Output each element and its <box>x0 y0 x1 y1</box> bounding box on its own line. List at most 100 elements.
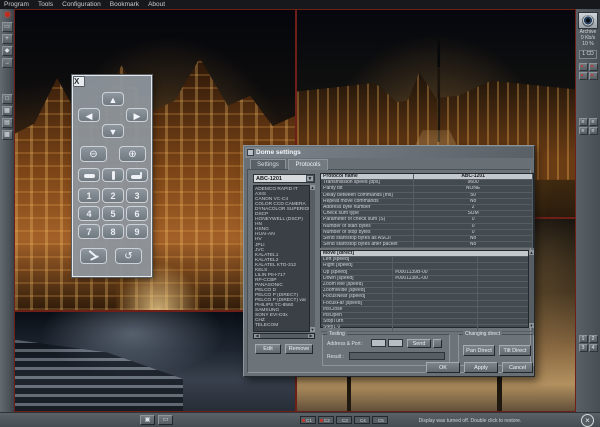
iris-icon[interactable] <box>102 168 124 182</box>
diamond-icon[interactable]: ◆ <box>2 46 13 56</box>
command-code <box>393 288 478 293</box>
ptz-up-button[interactable]: ▲ <box>102 92 124 106</box>
apply-button[interactable]: Apply <box>464 362 498 373</box>
setting-name: Address byte number <box>321 205 414 210</box>
toggle-button[interactable] <box>589 63 598 71</box>
slider-button[interactable]: ≡ <box>589 118 598 126</box>
export-icon[interactable]: → <box>2 58 13 68</box>
monitor-button-4[interactable]: 4 <box>589 344 598 352</box>
setting-name: Transmission speed [bps] <box>321 180 414 185</box>
send-button[interactable]: Send <box>407 339 431 348</box>
channel-indicator[interactable]: C3 <box>336 416 352 424</box>
speed-slow-turtle-icon[interactable] <box>78 168 100 182</box>
dialog-titlebar[interactable]: Dome settings <box>245 147 533 158</box>
scroll-down-icon[interactable]: ▼ <box>310 327 315 332</box>
address-input[interactable] <box>371 339 386 347</box>
driver-select[interactable]: ABC-1201 ▼ <box>253 174 315 183</box>
channel-indicator[interactable]: C1 <box>300 416 316 424</box>
driver-list-hscrollbar[interactable]: ◀ ▶ <box>253 333 315 339</box>
toggle-button[interactable] <box>589 72 598 80</box>
speed-fast-rabbit-icon[interactable] <box>126 168 148 182</box>
zoom-out-icon[interactable]: ⊖ <box>80 146 107 162</box>
slider-button[interactable]: ≡ <box>589 127 598 135</box>
pan-direct-button[interactable]: Pan Direct <box>463 345 495 356</box>
command-code <box>393 319 478 324</box>
setting-value: 50 <box>414 193 533 198</box>
command-name: IrisClose <box>321 307 393 312</box>
table-row[interactable]: Send start/stop bytes after packetNo <box>321 242 533 248</box>
move-table-scrollbar[interactable]: ▲ ▼ <box>528 250 534 328</box>
command-code <box>393 313 478 318</box>
ptz-right-button[interactable]: ▶ <box>126 108 148 122</box>
channel-indicator[interactable]: C2 <box>318 416 334 424</box>
preset-button-6[interactable]: 6 <box>126 206 148 221</box>
channel-indicator-strip: C1C2C3C4C5 <box>300 416 388 424</box>
menu-item-about[interactable]: About <box>148 0 165 9</box>
slider-button[interactable]: ≡ <box>579 127 588 135</box>
preset-button-9[interactable]: 9 <box>126 224 148 239</box>
fullscreen-icon[interactable]: ▭ <box>158 415 173 425</box>
menu-item-tools[interactable]: Tools <box>38 0 53 9</box>
zoom-in-icon[interactable]: ⊕ <box>119 146 146 162</box>
setting-name: Send start/stop bytes after packet <box>321 242 414 247</box>
driver-list-scrollbar[interactable]: ▲ ▼ <box>309 185 315 332</box>
layout-quad-icon[interactable]: ▦ <box>2 106 13 116</box>
menu-item-bookmark[interactable]: Bookmark <box>110 0 139 9</box>
add-icon[interactable]: + <box>2 34 13 44</box>
preset-button-5[interactable]: 5 <box>102 206 124 221</box>
toggle-button[interactable] <box>579 72 588 80</box>
test-extra-button[interactable] <box>433 339 442 348</box>
tab-protocols[interactable]: Protocols <box>288 159 328 170</box>
driver-list[interactable]: ADEMCO RAPID ITAXISCANON VC-C4COLOR CCD … <box>253 185 315 332</box>
scroll-down-icon[interactable]: ▼ <box>529 323 534 328</box>
dialog-icon <box>247 149 254 156</box>
tools-icon[interactable] <box>80 248 107 264</box>
tilt-direct-button[interactable]: Tilt Direct <box>499 345 531 356</box>
command-name: Left [speed] <box>321 257 393 262</box>
ptz-close-button[interactable]: X <box>73 76 85 87</box>
preset-button-4[interactable]: 4 <box>78 206 100 221</box>
channel-label: C3 <box>342 418 348 423</box>
close-display-button[interactable]: × <box>581 414 594 427</box>
monitor-button-1[interactable]: 1 <box>579 335 588 343</box>
snapshot-icon[interactable]: ▣ <box>140 415 155 425</box>
camera-preview-thumbnail[interactable] <box>578 12 598 29</box>
menu-item-configuration[interactable]: Configuration <box>62 0 101 9</box>
protocol-settings-table[interactable]: Protocol nameABC-1201Transmission speed … <box>320 173 534 248</box>
layout-grid-icon[interactable]: ▩ <box>2 130 13 140</box>
scroll-left-icon[interactable]: ◀ <box>254 334 260 338</box>
layout-single-icon[interactable]: □ <box>2 94 13 104</box>
cancel-button[interactable]: Cancel <box>502 362 533 373</box>
preset-button-1[interactable]: 1 <box>78 188 100 203</box>
layout-rows-icon[interactable]: ▤ <box>2 118 13 128</box>
preset-button-3[interactable]: 3 <box>126 188 148 203</box>
edit-button[interactable]: Edit <box>255 344 281 354</box>
remove-button[interactable]: Remove <box>285 344 313 354</box>
preset-button-2[interactable]: 2 <box>102 188 124 203</box>
channel-label: C2 <box>324 418 330 423</box>
auto-pan-icon[interactable]: ↺ <box>115 248 142 264</box>
chevron-down-icon[interactable]: ▼ <box>306 175 314 182</box>
setting-value: NONE <box>414 186 533 191</box>
ptz-left-button[interactable]: ◀ <box>78 108 100 122</box>
scroll-up-icon[interactable]: ▲ <box>529 250 534 255</box>
preset-button-7[interactable]: 7 <box>78 224 100 239</box>
command-name: ZoomWide [speed] <box>321 288 393 293</box>
slider-button[interactable]: ≡ <box>579 118 588 126</box>
scroll-right-icon[interactable]: ▶ <box>308 334 314 338</box>
scroll-up-icon[interactable]: ▲ <box>310 185 315 190</box>
port-input[interactable] <box>388 339 403 347</box>
preset-button-8[interactable]: 8 <box>102 224 124 239</box>
driver-option[interactable]: TELECOM <box>255 323 314 328</box>
ptz-down-button[interactable]: ▼ <box>102 124 124 138</box>
ok-button[interactable]: OK <box>426 362 460 373</box>
setting-name: Number of start bytes <box>321 224 414 229</box>
monitor-icon[interactable]: ▭ <box>2 22 13 32</box>
channel-led-icon <box>320 419 323 422</box>
monitor-button-3[interactable]: 3 <box>579 344 588 352</box>
move-commands-table[interactable]: Move [direct]Left [speed]Right [speed]Up… <box>320 250 534 328</box>
menu-item-program[interactable]: Program <box>4 0 29 9</box>
toggle-button[interactable] <box>579 63 588 71</box>
monitor-button-2[interactable]: 2 <box>589 335 598 343</box>
channel-indicator[interactable]: C4 <box>354 416 370 424</box>
